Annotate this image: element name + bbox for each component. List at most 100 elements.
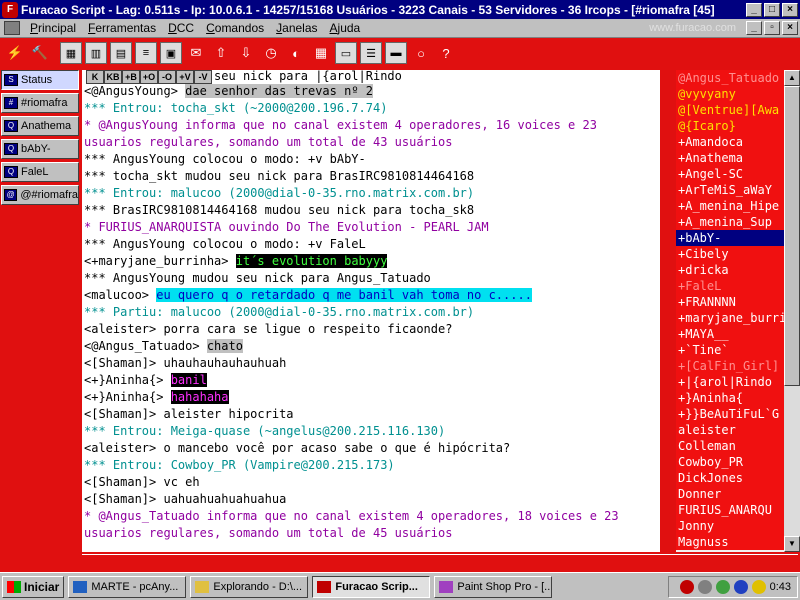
mirc-tray-icon[interactable] [715, 579, 730, 594]
nick-item[interactable]: +A_menina_Sup [676, 214, 784, 230]
nick-item[interactable]: +|{arol|Rindo [676, 374, 784, 390]
cascade-icon[interactable]: ☰ [360, 42, 382, 64]
dcc-chat-icon[interactable]: ⇩ [235, 42, 257, 64]
nick-item[interactable]: +Angel-SC [676, 166, 784, 182]
switch-op-riomafra[interactable]: @ @#riomafra [1, 185, 79, 205]
clock[interactable]: 0:43 [770, 581, 791, 593]
nick-item[interactable]: +}}BeAuTiFuL`G [676, 406, 784, 422]
volume-tray-icon[interactable] [751, 579, 766, 594]
menu-comandos[interactable]: Comandos [200, 21, 270, 35]
address-book-icon[interactable]: ▣ [160, 42, 182, 64]
kickban-button[interactable]: KB [104, 70, 122, 84]
task-marte[interactable]: MARTE - pcAny... [68, 575, 187, 598]
nick-item[interactable]: +[CalFin_Girl] [676, 358, 784, 374]
chat-log[interactable]: [<+}Rindo}> mudou seu nick para |{arol|R… [82, 70, 660, 552]
message-input[interactable] [82, 554, 798, 570]
furacao-tray-icon[interactable] [679, 579, 694, 594]
nick-item[interactable]: aleister [676, 422, 784, 438]
mdi-minimize-button[interactable]: _ [746, 21, 762, 35]
nick-item[interactable]: Colleman [676, 438, 784, 454]
nick-item[interactable]: +Amandoca [676, 134, 784, 150]
chat-nick[interactable]: <+}Aninha{> [84, 390, 171, 404]
nick-item[interactable]: Cowboy_PR [676, 454, 784, 470]
servers-icon[interactable]: ▥ [85, 42, 107, 64]
chat-nick[interactable]: <@Angus_Tatuado> [84, 339, 207, 353]
title-bar[interactable]: F Furacao Script - Lag: 0.511s - Ip: 10.… [0, 0, 800, 19]
channels-icon[interactable]: ▤ [110, 42, 132, 64]
nick-item[interactable]: +bAbY- [676, 230, 784, 246]
devoice-button[interactable]: -V [194, 70, 212, 84]
task-paintshop[interactable]: Paint Shop Pro - [... [434, 575, 553, 598]
close-button[interactable]: × [782, 2, 798, 17]
nick-item[interactable]: Jonny [676, 518, 784, 534]
dcc-send-icon[interactable]: ⇧ [210, 42, 232, 64]
chat-nick[interactable]: <malucoo> [84, 288, 156, 302]
mdi-restore-button[interactable]: ▫ [764, 21, 780, 35]
nick-item[interactable]: @Angus_Tatuado [676, 70, 784, 86]
nick-item[interactable]: +Anathema [676, 150, 784, 166]
task-explorer[interactable]: Explorando - D:\... [190, 575, 309, 598]
nick-item[interactable]: +MAYA__ [676, 326, 784, 342]
nick-item[interactable]: +FaleL [676, 278, 784, 294]
tile-icon[interactable]: ▭ [335, 42, 357, 64]
about-icon[interactable]: ? [435, 42, 457, 64]
switch-anathema[interactable]: Q Anathema [1, 116, 79, 136]
arrange-icon[interactable]: ▬ [385, 42, 407, 64]
help-icon[interactable]: ○ [410, 42, 432, 64]
nick-item[interactable]: +FRANNNN [676, 294, 784, 310]
op-button[interactable]: +O [140, 70, 158, 84]
network-tray-icon[interactable] [697, 579, 712, 594]
menu-principal[interactable]: Principal [24, 21, 82, 35]
deop-button[interactable]: -O [158, 70, 176, 84]
voice-button[interactable]: +V [176, 70, 194, 84]
scroll-down-icon[interactable]: ▼ [784, 536, 800, 552]
chat-nick[interactable]: <+maryjane_burrinha> [84, 254, 236, 268]
switch-falel[interactable]: Q FaleL [1, 162, 79, 182]
nick-item[interactable]: +A_menina_Hipe [676, 198, 784, 214]
notify-icon[interactable]: ✉ [185, 42, 207, 64]
nick-item[interactable]: +}Aninha{ [676, 390, 784, 406]
maximize-button[interactable]: □ [764, 2, 780, 17]
nick-item[interactable]: DickJones [676, 470, 784, 486]
menu-dcc[interactable]: DCC [162, 21, 200, 35]
furacao-app-icon[interactable]: F [2, 1, 18, 18]
options-icon[interactable]: ▦ [60, 42, 82, 64]
colors-icon[interactable]: ◐ [285, 42, 307, 64]
nicklist-scrollbar[interactable]: ▲ ▼ [784, 70, 800, 552]
nick-list[interactable]: @Angus_Tatuado @vyvyany @[Ventrue][Awa @{Ic… [676, 70, 784, 552]
remote-icon[interactable]: ≡ [135, 42, 157, 64]
nick-item[interactable]: Magnuss [676, 534, 784, 550]
ban-button[interactable]: +B [122, 70, 140, 84]
minimize-button[interactable]: _ [746, 2, 762, 17]
nick-item[interactable]: +ArTeMiS_aWaY [676, 182, 784, 198]
switch-status[interactable]: S Status [1, 70, 79, 90]
setup-icon[interactable]: 🔨 [29, 42, 51, 64]
connect-icon[interactable]: ⚡ [4, 42, 26, 64]
mdi-window-icon[interactable] [4, 21, 20, 35]
mdi-close-button[interactable]: × [782, 21, 798, 35]
nick-item[interactable]: @[Ventrue][Awa [676, 102, 784, 118]
chat-nick[interactable]: <+}Aninha{> [84, 373, 171, 387]
task-furacao[interactable]: Furacao Scrip... [312, 575, 431, 598]
nick-item[interactable]: Donner [676, 486, 784, 502]
kick-button[interactable]: K [86, 70, 104, 84]
menu-janelas[interactable]: Janelas [270, 21, 323, 35]
timer-icon[interactable]: ◷ [260, 42, 282, 64]
nick-item[interactable]: FURIUS_ANARQU [676, 502, 784, 518]
nick-item[interactable]: +dricka [676, 262, 784, 278]
switch-baby[interactable]: Q bAbY- [1, 139, 79, 159]
nick-item[interactable]: +`Tine` [676, 342, 784, 358]
nick-item[interactable]: @{Icaro} [676, 118, 784, 134]
scroll-thumb[interactable] [784, 86, 800, 386]
nick-item[interactable]: +Cibely [676, 246, 784, 262]
nick-item[interactable]: @vyvyany [676, 86, 784, 102]
menu-ajuda[interactable]: Ajuda [324, 21, 367, 35]
switch-riomafra[interactable]: # #riomafra [1, 93, 79, 113]
nick-item[interactable]: +maryjane_burri [676, 310, 784, 326]
url-icon[interactable]: ▦ [310, 42, 332, 64]
scroll-up-icon[interactable]: ▲ [784, 70, 800, 86]
start-button[interactable]: Iniciar [2, 575, 65, 598]
chat-nick[interactable]: <@AngusYoung> [84, 84, 185, 98]
monitor-tray-icon[interactable] [733, 579, 748, 594]
menu-ferramentas[interactable]: Ferramentas [82, 21, 162, 35]
